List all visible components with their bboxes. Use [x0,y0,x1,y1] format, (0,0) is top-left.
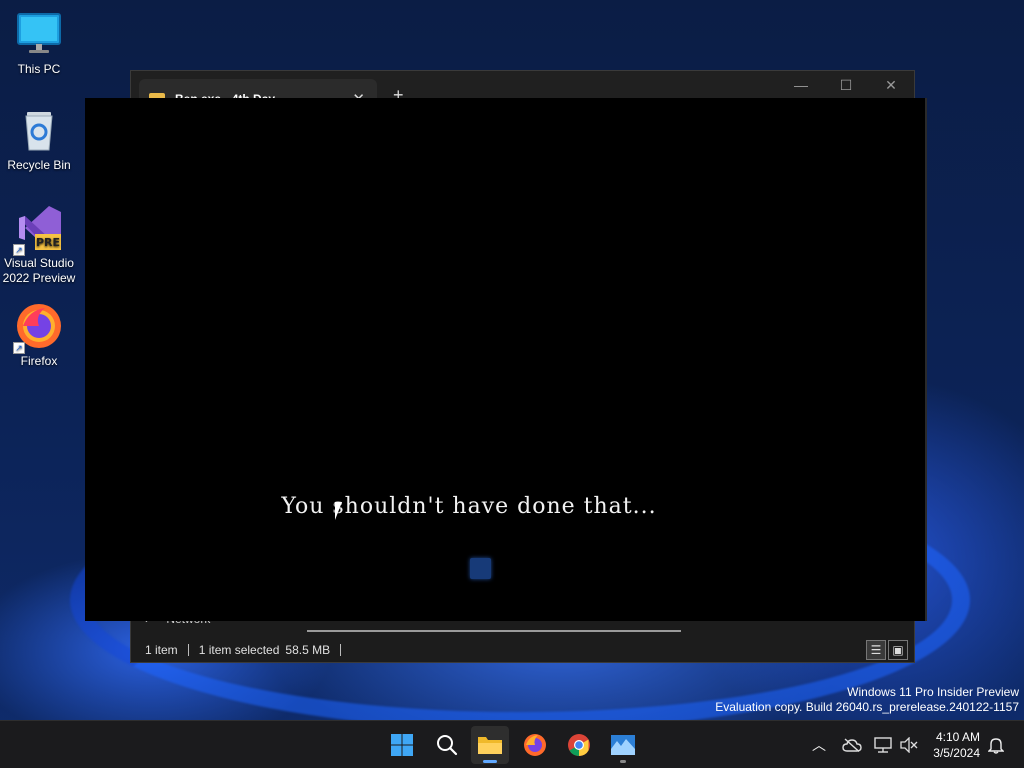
running-indicator [620,760,626,763]
game-message: You shouldn't have done that... [281,494,657,519]
system-clock[interactable]: 4:10 AM 3/5/2024 [933,729,980,761]
game-app-icon [611,735,635,755]
search-icon [437,735,458,756]
desktop-icon-firefox[interactable]: ↗ Firefox [0,302,78,369]
chevron-up-icon: ︿ [812,737,826,753]
status-separator [187,644,189,656]
file-explorer-icon [478,737,502,754]
minimize-button[interactable]: — [781,77,821,93]
chrome-taskbar-button[interactable] [560,726,598,764]
taskbar: ︿ 4:10 AM 3/5/2024 [0,720,1024,768]
clock-date: 3/5/2024 [933,746,980,760]
chrome-icon [568,734,590,756]
network-tray[interactable] [873,721,893,768]
shortcut-arrow-icon: ↗ [13,342,25,354]
watermark-line2: Evaluation copy. Build 26040.rs_prerelea… [715,700,1019,714]
desktop-icon-label: Firefox [20,354,58,368]
status-item-count: 1 item [145,643,178,657]
desktop-icon-visual-studio[interactable]: PRE ↗ Visual Studio 2022 Preview [0,204,78,286]
onedrive-tray[interactable] [842,721,862,768]
desktop-icon-label: Visual Studio 2022 Preview [2,256,76,285]
status-separator [340,644,342,656]
active-indicator [483,760,497,763]
volume-tray[interactable] [900,721,918,768]
tiles-view-icon[interactable]: ▣ [888,640,908,660]
clock-time: 4:10 AM [935,730,980,744]
game-window[interactable]: You shouldn't have done that... [85,98,927,621]
evaluation-watermark: Windows 11 Pro Insider Preview Evaluatio… [715,685,1019,715]
game-taskbar-button[interactable] [604,726,642,764]
view-toggle: ☰ ▣ [866,640,908,660]
notification-button[interactable] [988,721,1004,768]
horizontal-scrollbar[interactable] [307,630,681,632]
desktop-icon-label: Recycle Bin [7,158,71,172]
network-icon [874,737,892,753]
maximize-button[interactable]: ☐ [826,77,866,94]
firefox-icon: ↗ [13,302,63,354]
loading-cube [470,558,491,579]
start-button[interactable] [383,726,421,764]
monitor-icon [15,10,63,58]
tray-overflow-button[interactable]: ︿ [812,721,826,768]
volume-muted-icon [900,737,918,753]
search-button[interactable] [428,726,466,764]
firefox-taskbar-button[interactable] [516,726,554,764]
status-size: 58.5 MB [285,643,331,657]
explorer-statusbar: 1 item 1 item selected 58.5 MB ☰ ▣ [131,638,914,662]
desktop-icon-this-pc[interactable]: This PC [0,10,78,77]
visual-studio-icon: PRE ↗ [13,204,63,256]
status-selected: 1 item selected [198,643,280,657]
notification-bell-icon [988,738,1004,754]
cloud-off-icon [842,738,862,752]
shortcut-arrow-icon: ↗ [13,244,25,256]
recycle-bin-icon [15,106,63,154]
file-explorer-taskbar-button[interactable] [471,726,509,764]
desktop-icon-recycle-bin[interactable]: Recycle Bin [0,106,78,173]
close-button[interactable]: ✕ [871,77,911,94]
desktop-icon-label: This PC [17,62,61,76]
details-view-icon[interactable]: ☰ [866,640,886,660]
start-icon [391,734,413,756]
svg-text:PRE: PRE [36,236,60,249]
watermark-line1: Windows 11 Pro Insider Preview [847,685,1019,699]
mouse-cursor-icon [335,502,342,520]
firefox-icon [524,734,546,756]
